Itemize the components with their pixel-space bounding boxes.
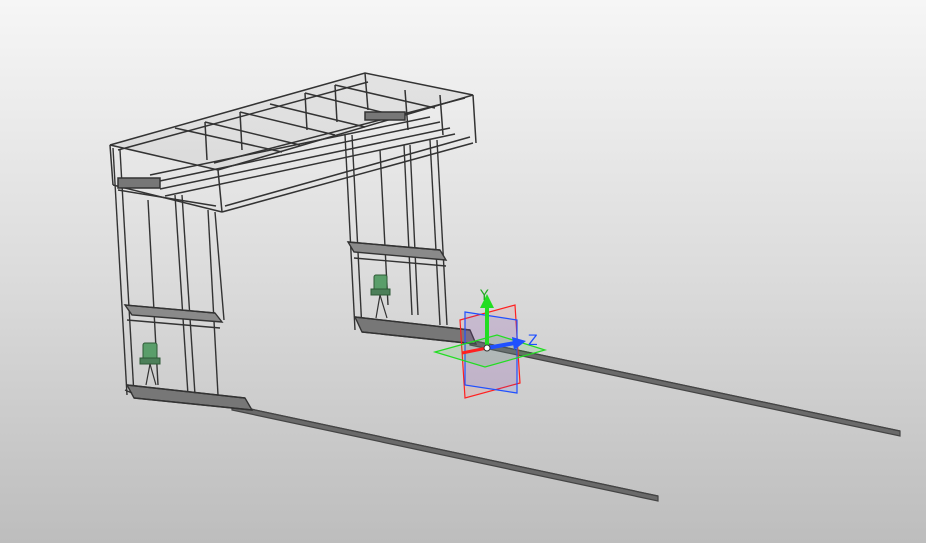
coordinate-triad[interactable]: Y Z [432, 288, 548, 399]
z-axis-label: Z [528, 333, 538, 349]
3d-scene-canvas[interactable]: Y Z [0, 0, 926, 543]
top-frame[interactable] [109, 72, 477, 213]
triad-origin[interactable] [483, 344, 491, 352]
y-axis-label: Y [479, 288, 489, 304]
3d-viewport[interactable]: Y Z [0, 0, 926, 543]
floor-rail-left[interactable] [231, 404, 659, 502]
floor-rail-right[interactable] [469, 339, 901, 437]
